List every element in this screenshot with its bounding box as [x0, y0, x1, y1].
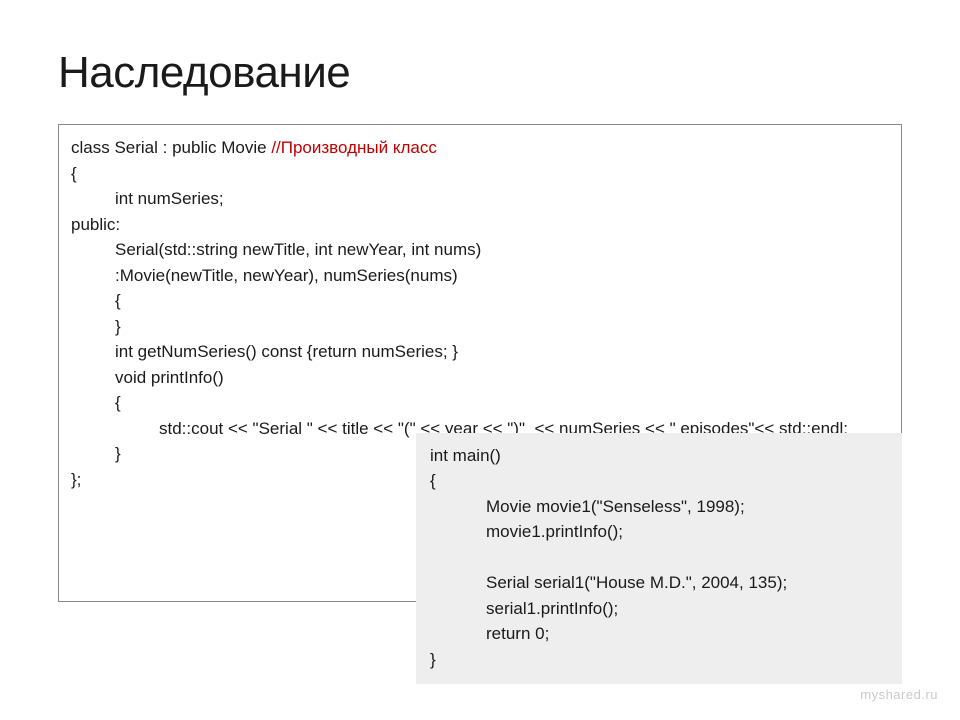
code-line: }	[71, 314, 889, 340]
code-line: :Movie(newTitle, newYear), numSeries(num…	[71, 263, 889, 289]
watermark: myshared.ru	[860, 687, 938, 702]
code-line: int getNumSeries() const {return numSeri…	[71, 339, 889, 365]
code-line: }	[430, 647, 888, 673]
code-line: return 0;	[430, 621, 888, 647]
code-line: Serial(std::string newTitle, int newYear…	[71, 237, 889, 263]
code-line: movie1.printInfo();	[430, 519, 888, 545]
code-line: {	[71, 161, 889, 187]
code-comment: //Производный класс	[271, 138, 437, 157]
code-line: int main()	[430, 443, 888, 469]
code-block-inset: int main() { Movie movie1("Senseless", 1…	[416, 433, 902, 685]
code-line: serial1.printInfo();	[430, 596, 888, 622]
code-line: Serial serial1("House M.D.", 2004, 135);	[430, 570, 888, 596]
slide: Наследование class Serial : public Movie…	[0, 0, 960, 720]
code-line: void printInfo()	[71, 365, 889, 391]
code-line: public:	[71, 212, 889, 238]
code-line	[430, 545, 888, 571]
code-line: class Serial : public Movie //Производны…	[71, 135, 889, 161]
code-line: Movie movie1("Senseless", 1998);	[430, 494, 888, 520]
code-line: int numSeries;	[71, 186, 889, 212]
code-line: {	[71, 288, 889, 314]
code-line: {	[71, 390, 889, 416]
code-line: {	[430, 468, 888, 494]
code-text: class Serial : public Movie	[71, 138, 271, 157]
slide-title: Наследование	[58, 48, 902, 98]
